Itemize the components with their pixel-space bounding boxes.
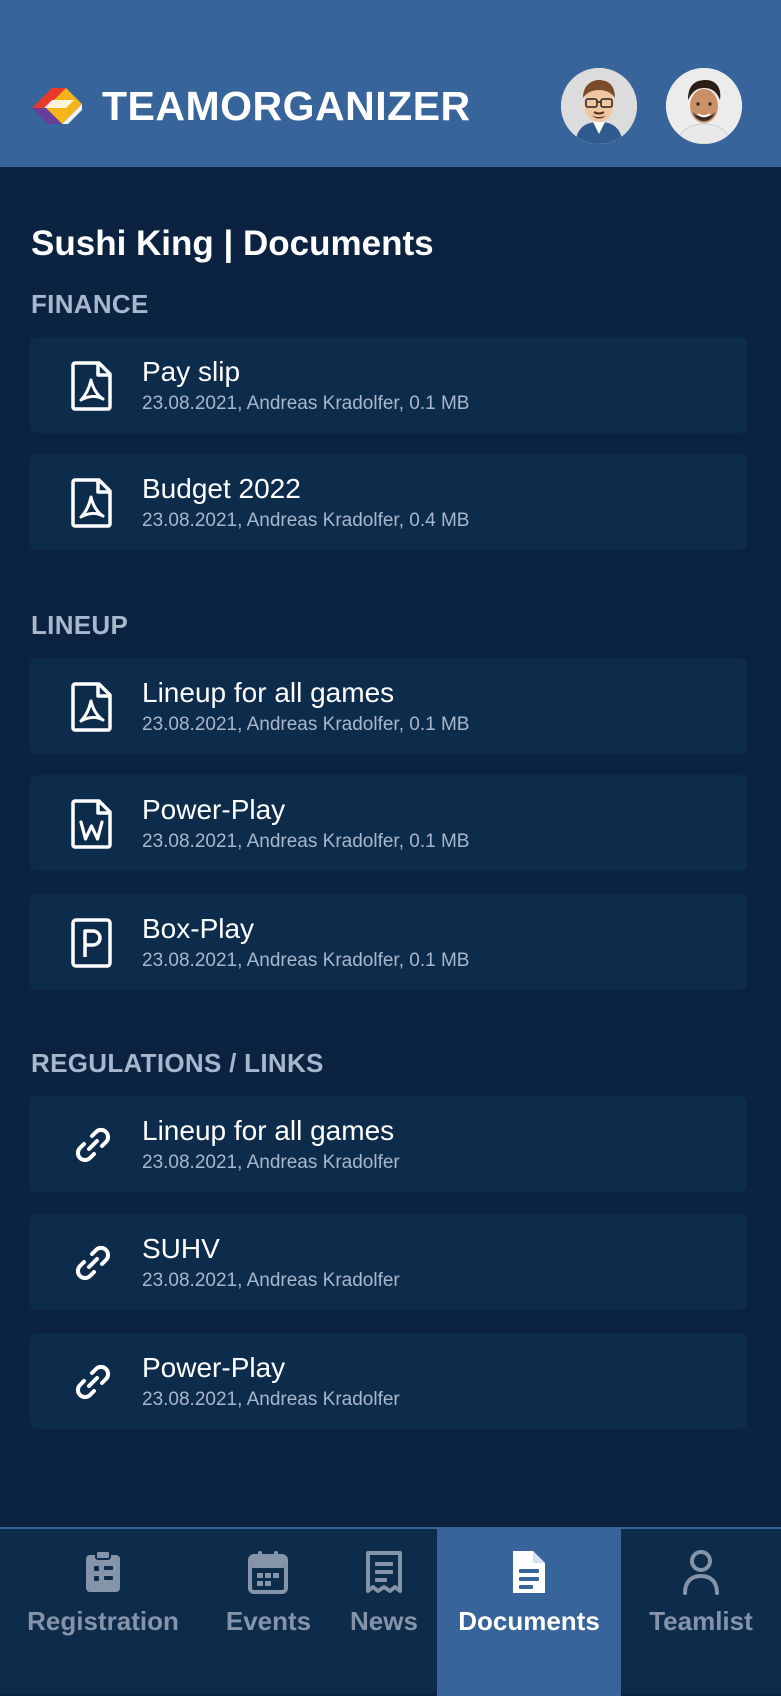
link-item[interactable]: Power-Play 23.08.2021, Andreas Kradolfer <box>30 1333 747 1429</box>
document-title: Lineup for all games <box>142 677 395 708</box>
word-file-icon <box>71 799 112 849</box>
section-title-lineup: LINEUP <box>31 610 129 640</box>
document-title: Box-Play <box>142 913 255 944</box>
page-title: Sushi King | Documents <box>31 224 434 263</box>
news-icon <box>366 1551 402 1593</box>
document-item[interactable]: Power-Play 23.08.2021, Andreas Kradolfer… <box>30 775 747 871</box>
app-brand-title: TEAMORGANIZER <box>102 83 471 129</box>
document-title: Budget 2022 <box>142 473 301 504</box>
document-icon <box>513 1551 545 1593</box>
document-title: Pay slip <box>142 356 241 387</box>
photo-avatar-image <box>666 68 742 144</box>
nav-label: News <box>350 1606 418 1636</box>
nav-label: Events <box>225 1606 312 1636</box>
nav-label: Documents <box>458 1606 600 1636</box>
document-meta: 23.08.2021, Andreas Kradolfer, 0.1 MB <box>142 831 470 852</box>
avatar[interactable] <box>666 68 742 144</box>
bottom-navigation: Registration Events News Documents Teaml… <box>0 1527 781 1696</box>
clipboard-icon <box>86 1550 120 1592</box>
nav-item-teamlist[interactable]: Teamlist <box>621 1529 781 1696</box>
avatar[interactable] <box>561 68 637 144</box>
document-item[interactable]: Box-Play 23.08.2021, Andreas Kradolfer, … <box>30 894 747 990</box>
document-meta: 23.08.2021, Andreas Kradolfer, 0.1 MB <box>142 950 470 971</box>
link-title: Lineup for all games <box>142 1115 395 1146</box>
link-icon <box>75 1127 111 1163</box>
teamorganizer-logo[interactable] <box>30 84 84 128</box>
nav-item-events[interactable]: Events <box>206 1529 331 1696</box>
powerpoint-file-icon <box>71 918 112 968</box>
document-title: Power-Play <box>142 794 286 825</box>
nav-item-news[interactable]: News <box>331 1529 437 1696</box>
link-title: SUHV <box>142 1233 220 1264</box>
document-item[interactable]: Pay slip 23.08.2021, Andreas Kradolfer, … <box>30 337 747 433</box>
app-header: TEAMORGANIZER <box>0 0 781 167</box>
link-meta: 23.08.2021, Andreas Kradolfer <box>142 1270 400 1291</box>
link-meta: 23.08.2021, Andreas Kradolfer <box>142 1152 400 1173</box>
section-title-finance: FINANCE <box>31 289 149 319</box>
cartoon-avatar-image <box>561 68 637 144</box>
document-item[interactable]: Lineup for all games 23.08.2021, Andreas… <box>30 658 747 754</box>
nav-item-documents[interactable]: Documents <box>437 1529 621 1696</box>
pdf-file-icon <box>71 361 112 411</box>
link-icon <box>75 1245 111 1281</box>
person-icon <box>683 1550 719 1595</box>
document-meta: 23.08.2021, Andreas Kradolfer, 0.1 MB <box>142 393 470 414</box>
link-icon <box>75 1364 111 1400</box>
document-meta: 23.08.2021, Andreas Kradolfer, 0.4 MB <box>142 510 470 531</box>
nav-label: Teamlist <box>649 1606 753 1636</box>
nav-label: Registration <box>27 1606 179 1636</box>
nav-item-registration[interactable]: Registration <box>0 1529 206 1696</box>
section-title-regulations-links: REGULATIONS / LINKS <box>31 1048 324 1078</box>
pdf-file-icon <box>71 682 112 732</box>
document-meta: 23.08.2021, Andreas Kradolfer, 0.1 MB <box>142 714 470 735</box>
link-title: Power-Play <box>142 1352 286 1383</box>
document-item[interactable]: Budget 2022 23.08.2021, Andreas Kradolfe… <box>30 454 747 550</box>
link-item[interactable]: SUHV 23.08.2021, Andreas Kradolfer <box>30 1214 747 1310</box>
link-meta: 23.08.2021, Andreas Kradolfer <box>142 1389 400 1410</box>
link-item[interactable]: Lineup for all games 23.08.2021, Andreas… <box>30 1096 747 1192</box>
calendar-icon <box>248 1551 288 1594</box>
pdf-file-icon <box>71 478 112 528</box>
